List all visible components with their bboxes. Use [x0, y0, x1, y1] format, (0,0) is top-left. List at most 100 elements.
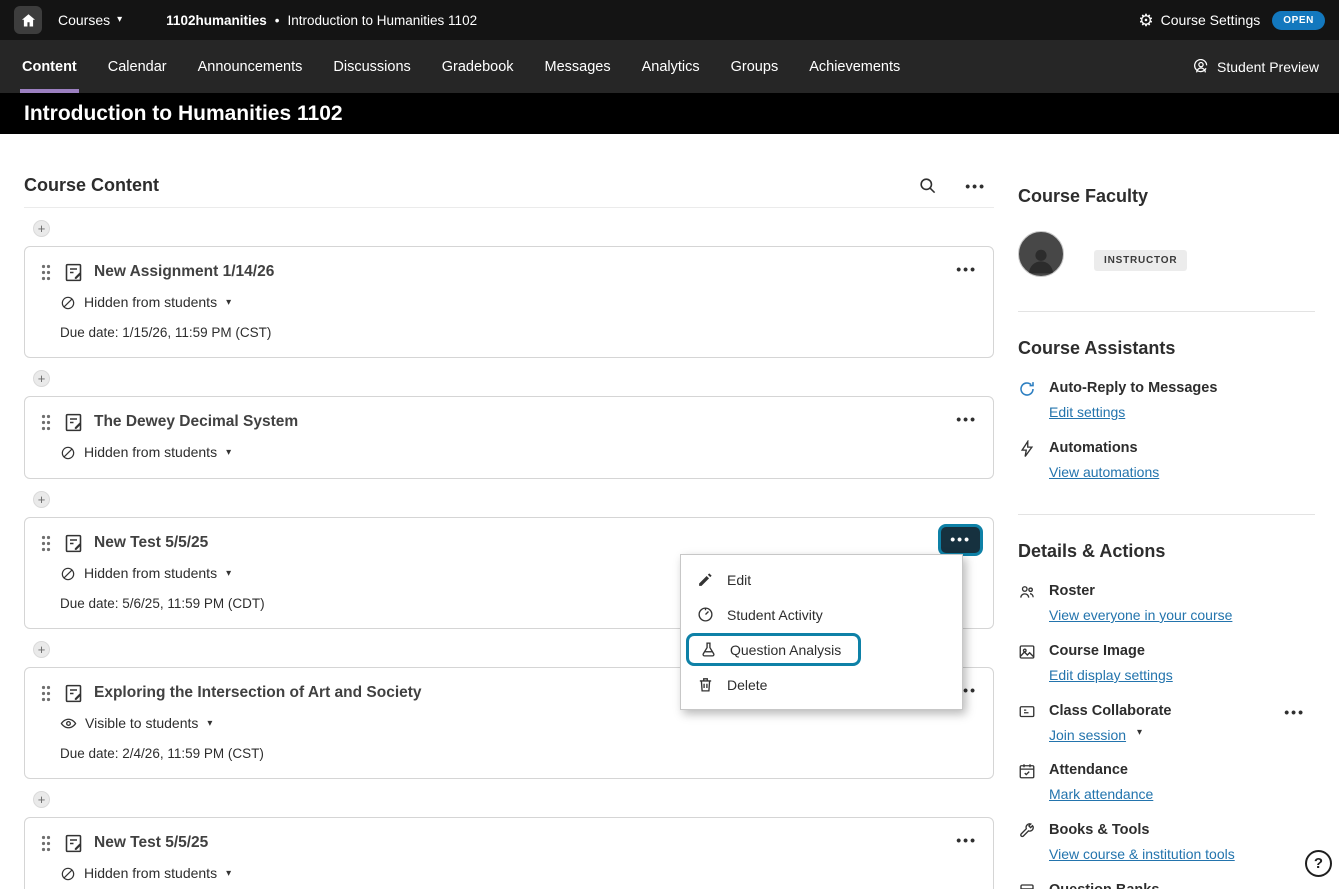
home-button[interactable]	[14, 6, 42, 34]
pencil-icon	[697, 571, 714, 588]
detail-item-roster: Roster View everyone in your course	[1018, 582, 1315, 625]
item-title[interactable]: New Assignment 1/14/26	[94, 261, 274, 283]
join-session-link[interactable]: Join session	[1049, 726, 1126, 744]
drag-handle-icon[interactable]	[41, 414, 51, 431]
hidden-eye-slash-icon	[60, 295, 76, 311]
visibility-label: Hidden from students	[84, 293, 217, 312]
search-icon[interactable]	[918, 176, 937, 195]
course-assistants-section: Course Assistants Auto-Reply to Messages…	[1018, 312, 1315, 515]
tab-analytics[interactable]: Analytics	[640, 40, 702, 93]
chevron-down-icon[interactable]: ▾	[1137, 727, 1142, 738]
hidden-eye-slash-icon	[60, 445, 76, 461]
add-content-button[interactable]: +	[33, 791, 50, 808]
collaborate-menu-button[interactable]: •••	[1284, 704, 1305, 720]
add-content-button[interactable]: +	[33, 641, 50, 658]
menu-item-delete[interactable]: Delete	[681, 667, 962, 702]
assignment-icon	[63, 262, 84, 283]
item-menu-button-highlighted[interactable]: •••	[938, 524, 983, 556]
item-title[interactable]: Exploring the Intersection of Art and So…	[94, 682, 422, 704]
edit-display-settings-link[interactable]: Edit display settings	[1049, 666, 1173, 684]
due-date: Due date: 2/4/26, 11:59 PM (CST)	[60, 745, 977, 762]
menu-item-label: Delete	[727, 677, 767, 693]
course-title-bar: Introduction to Humanities 1102	[0, 93, 1339, 134]
item-title-row: New Test 5/5/25	[41, 832, 977, 854]
item-title[interactable]: The Dewey Decimal System	[94, 411, 298, 433]
visibility-dropdown[interactable]: Visible to students ▾	[60, 714, 977, 733]
course-settings-button[interactable]: ⚙ Course Settings	[1138, 12, 1260, 29]
tab-groups[interactable]: Groups	[729, 40, 781, 93]
course-content-header: Course Content •••	[24, 164, 994, 208]
item-title-row: New Test 5/5/25	[41, 532, 977, 554]
hidden-eye-slash-icon	[60, 866, 76, 882]
visible-eye-icon	[60, 715, 77, 732]
image-icon	[1018, 643, 1036, 661]
detail-title: Class Collaborate	[1049, 702, 1172, 721]
course-status-badge[interactable]: OPEN	[1272, 11, 1325, 30]
chevron-down-icon: ▾	[117, 15, 122, 25]
drag-handle-icon[interactable]	[41, 835, 51, 852]
gauge-icon	[697, 606, 714, 623]
course-faculty-heading: Course Faculty	[1018, 186, 1315, 207]
detail-title: Roster	[1049, 582, 1095, 601]
item-context-menu: Edit Student Activity Question Analysis	[680, 554, 963, 710]
detail-title: Course Image	[1049, 642, 1145, 661]
tab-achievements[interactable]: Achievements	[807, 40, 902, 93]
visibility-dropdown[interactable]: Hidden from students ▾	[60, 864, 977, 883]
drag-handle-icon[interactable]	[41, 685, 51, 702]
assistant-title: Automations	[1049, 439, 1138, 458]
tab-messages[interactable]: Messages	[543, 40, 613, 93]
item-title[interactable]: New Test 5/5/25	[94, 832, 208, 854]
edit-settings-link[interactable]: Edit settings	[1049, 403, 1125, 421]
ellipsis-icon: •••	[950, 531, 971, 547]
add-content-button[interactable]: +	[33, 491, 50, 508]
view-tools-link[interactable]: View course & institution tools	[1049, 845, 1235, 863]
course-tab-bar: Content Calendar Announcements Discussio…	[0, 40, 1339, 93]
chevron-down-icon: ▾	[226, 443, 231, 462]
visibility-label: Visible to students	[85, 714, 198, 733]
detail-title: Question Banks	[1049, 881, 1159, 889]
visibility-dropdown[interactable]: Hidden from students ▾	[60, 443, 977, 462]
instructor-avatar[interactable]	[1018, 231, 1064, 277]
details-actions-heading: Details & Actions	[1018, 541, 1315, 562]
due-date: Due date: 1/15/26, 11:59 PM (CST)	[60, 324, 977, 341]
menu-item-question-analysis[interactable]: Question Analysis	[686, 633, 861, 666]
courses-dropdown[interactable]: Courses ▾	[58, 12, 122, 28]
home-icon	[20, 12, 37, 29]
item-title-row: The Dewey Decimal System	[41, 411, 977, 433]
add-content-divider: +	[24, 215, 994, 241]
drag-handle-icon[interactable]	[41, 264, 51, 281]
menu-item-student-activity[interactable]: Student Activity	[681, 597, 962, 632]
tab-content[interactable]: Content	[20, 40, 79, 93]
add-content-button[interactable]: +	[33, 220, 50, 237]
add-content-divider: +	[24, 786, 994, 812]
add-content-divider: +	[24, 486, 994, 512]
mark-attendance-link[interactable]: Mark attendance	[1049, 785, 1153, 803]
add-content-button[interactable]: +	[33, 370, 50, 387]
tab-calendar[interactable]: Calendar	[106, 40, 169, 93]
item-menu-button[interactable]: •••	[956, 832, 977, 848]
collaborate-screen-icon	[1018, 703, 1036, 721]
student-preview-button[interactable]: Student Preview	[1193, 40, 1319, 93]
tab-gradebook[interactable]: Gradebook	[440, 40, 516, 93]
item-menu-button[interactable]: •••	[956, 261, 977, 277]
calendar-check-icon	[1018, 762, 1036, 780]
tab-announcements[interactable]: Announcements	[196, 40, 305, 93]
detail-item-books-tools: Books & Tools View course & institution …	[1018, 821, 1315, 864]
item-title[interactable]: New Test 5/5/25	[94, 532, 208, 554]
assistant-title: Auto-Reply to Messages	[1049, 379, 1217, 398]
content-menu-button[interactable]: •••	[965, 178, 986, 194]
menu-item-edit[interactable]: Edit	[681, 562, 962, 597]
student-preview-label: Student Preview	[1217, 59, 1319, 75]
view-automations-link[interactable]: View automations	[1049, 463, 1159, 481]
roster-link[interactable]: View everyone in your course	[1049, 606, 1232, 624]
course-settings-label: Course Settings	[1161, 12, 1261, 28]
item-menu-button[interactable]: •••	[956, 411, 977, 427]
visibility-dropdown[interactable]: Hidden from students ▾	[60, 293, 977, 312]
breadcrumb: 1102humanities • Introduction to Humanit…	[166, 13, 477, 28]
roster-people-icon	[1018, 583, 1036, 601]
wrench-icon	[1018, 822, 1036, 840]
help-button[interactable]: ?	[1305, 850, 1332, 877]
blackboard-course-page: Courses ▾ 1102humanities • Introduction …	[0, 0, 1339, 889]
tab-discussions[interactable]: Discussions	[331, 40, 412, 93]
drag-handle-icon[interactable]	[41, 535, 51, 552]
